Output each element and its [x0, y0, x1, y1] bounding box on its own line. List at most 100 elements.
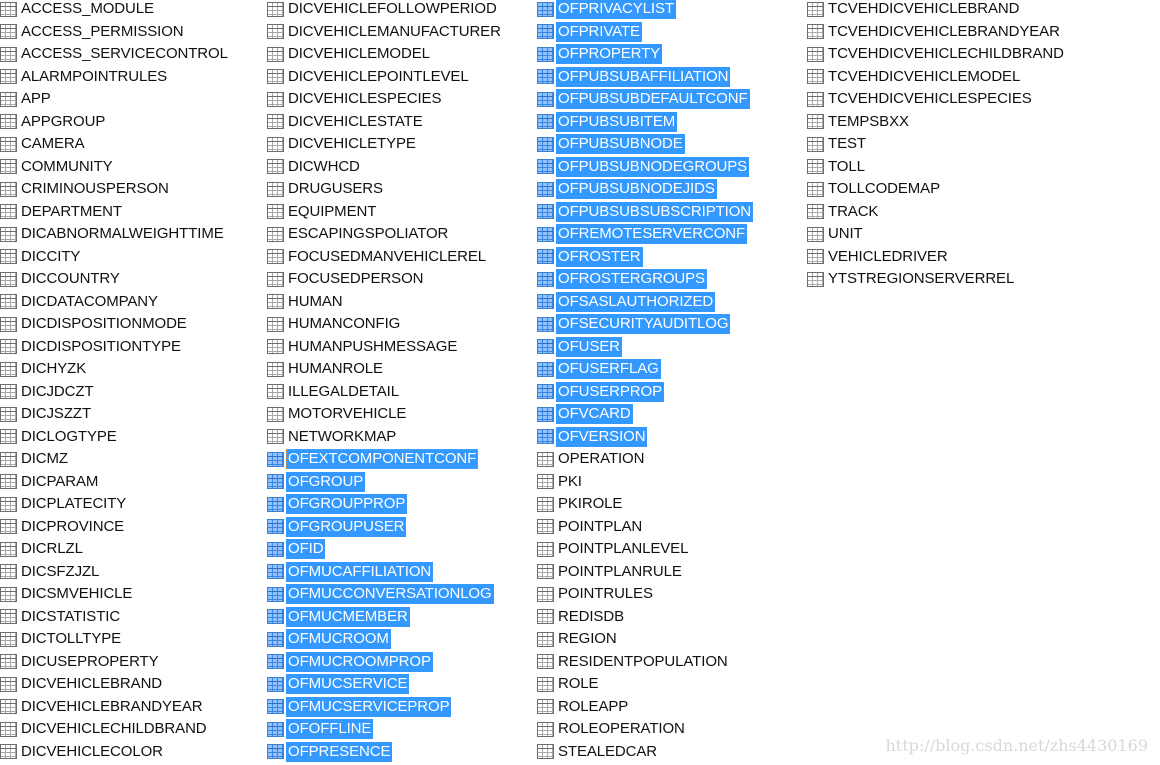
list-item[interactable]: TCVEHDICVEHICLECHILDBRAND — [807, 43, 1066, 66]
list-item[interactable]: YTSTREGIONSERVERREL — [807, 268, 1066, 291]
list-item[interactable]: POINTPLANRULE — [537, 561, 753, 584]
list-item[interactable]: OFPRESENCE — [267, 741, 503, 764]
list-item[interactable]: OFID — [267, 538, 503, 561]
list-item[interactable]: MOTORVEHICLE — [267, 403, 503, 426]
list-item[interactable]: DICVEHICLETYPE — [267, 133, 503, 156]
list-item[interactable]: PKI — [537, 471, 753, 494]
list-item[interactable]: DRUGUSERS — [267, 178, 503, 201]
list-item[interactable]: DICVEHICLECHILDBRAND — [0, 718, 230, 741]
list-item[interactable]: OFMUCSERVICE — [267, 673, 503, 696]
list-item[interactable]: DICPARAM — [0, 471, 230, 494]
list-item[interactable]: DICDISPOSITIONTYPE — [0, 336, 230, 359]
list-item[interactable]: DICRLZL — [0, 538, 230, 561]
list-item[interactable]: ROLEAPP — [537, 696, 753, 719]
list-item[interactable]: DICVEHICLESTATE — [267, 111, 503, 134]
list-item[interactable]: ESCAPINGSPOLIATOR — [267, 223, 503, 246]
list-item[interactable]: ILLEGALDETAIL — [267, 381, 503, 404]
list-item[interactable]: VEHICLEDRIVER — [807, 246, 1066, 269]
list-item[interactable]: DICLOGTYPE — [0, 426, 230, 449]
list-item[interactable]: OFOFFLINE — [267, 718, 503, 741]
list-item[interactable]: DICJDCZT — [0, 381, 230, 404]
list-item[interactable]: TEMPSBXX — [807, 111, 1066, 134]
list-item[interactable]: CAMERA — [0, 133, 230, 156]
list-item[interactable]: DICJSZZT — [0, 403, 230, 426]
list-item[interactable]: OFVERSION — [537, 426, 753, 449]
list-item[interactable]: DICDISPOSITIONMODE — [0, 313, 230, 336]
list-item[interactable]: ALARMPOINTRULES — [0, 66, 230, 89]
list-item[interactable]: DICPLATECITY — [0, 493, 230, 516]
list-item[interactable]: DICWHCD — [267, 156, 503, 179]
list-item[interactable]: TCVEHDICVEHICLESPECIES — [807, 88, 1066, 111]
list-item[interactable]: EQUIPMENT — [267, 201, 503, 224]
list-item[interactable]: OFPUBSUBITEM — [537, 111, 753, 134]
list-item[interactable]: REGION — [537, 628, 753, 651]
list-item[interactable]: DICVEHICLEFOLLOWPERIOD — [267, 0, 503, 21]
list-item[interactable]: DICCOUNTRY — [0, 268, 230, 291]
list-item[interactable]: OPERATION — [537, 448, 753, 471]
list-item[interactable]: HUMANCONFIG — [267, 313, 503, 336]
list-item[interactable]: OFUSER — [537, 336, 753, 359]
list-item[interactable]: TCVEHDICVEHICLEBRANDYEAR — [807, 21, 1066, 44]
list-item[interactable]: POINTRULES — [537, 583, 753, 606]
list-item[interactable]: OFROSTER — [537, 246, 753, 269]
list-item[interactable]: OFGROUPUSER — [267, 516, 503, 539]
list-item[interactable]: OFPUBSUBDEFAULTCONF — [537, 88, 753, 111]
list-item[interactable]: DICVEHICLEMODEL — [267, 43, 503, 66]
list-item[interactable]: HUMAN — [267, 291, 503, 314]
list-item[interactable]: DICVEHICLECOLOR — [0, 741, 230, 764]
list-item[interactable]: DICVEHICLESPECIES — [267, 88, 503, 111]
list-item[interactable]: OFMUCMEMBER — [267, 606, 503, 629]
list-item[interactable]: TCVEHDICVEHICLEBRAND — [807, 0, 1066, 21]
list-item[interactable]: DICDATACOMPANY — [0, 291, 230, 314]
list-item[interactable]: DICVEHICLEBRANDYEAR — [0, 696, 230, 719]
list-item[interactable]: OFPUBSUBNODEJIDS — [537, 178, 753, 201]
list-item[interactable]: DICVEHICLEBRAND — [0, 673, 230, 696]
list-item[interactable]: OFEXTCOMPONENTCONF — [267, 448, 503, 471]
list-item[interactable]: OFSASLAUTHORIZED — [537, 291, 753, 314]
list-item[interactable]: ROLEOPERATION — [537, 718, 753, 741]
list-item[interactable]: POINTPLAN — [537, 516, 753, 539]
list-item[interactable]: DICSMVEHICLE — [0, 583, 230, 606]
list-item[interactable]: CRIMINOUSPERSON — [0, 178, 230, 201]
list-item[interactable]: DICCITY — [0, 246, 230, 269]
list-item[interactable]: OFMUCROOMPROP — [267, 651, 503, 674]
list-item[interactable]: DICABNORMALWEIGHTTIME — [0, 223, 230, 246]
list-item[interactable]: DICVEHICLEMANUFACTURER — [267, 21, 503, 44]
list-item[interactable]: TOLLCODEMAP — [807, 178, 1066, 201]
list-item[interactable]: HUMANPUSHMESSAGE — [267, 336, 503, 359]
list-item[interactable]: ACCESS_MODULE — [0, 0, 230, 21]
list-item[interactable]: DICUSEPROPERTY — [0, 651, 230, 674]
list-item[interactable]: OFSECURITYAUDITLOG — [537, 313, 753, 336]
list-item[interactable]: OFMUCSERVICEPROP — [267, 696, 503, 719]
list-item[interactable]: OFGROUP — [267, 471, 503, 494]
list-item[interactable]: TOLL — [807, 156, 1066, 179]
list-item[interactable]: OFREMOTESERVERCONF — [537, 223, 753, 246]
list-item[interactable]: DICHYZK — [0, 358, 230, 381]
list-item[interactable]: DICSTATISTIC — [0, 606, 230, 629]
list-item[interactable]: APP — [0, 88, 230, 111]
list-item[interactable]: OFMUCCONVERSATIONLOG — [267, 583, 503, 606]
list-item[interactable]: DEPARTMENT — [0, 201, 230, 224]
list-item[interactable]: FOCUSEDMANVEHICLEREL — [267, 246, 503, 269]
list-item[interactable]: REDISDB — [537, 606, 753, 629]
list-item[interactable]: STEALEDCAR — [537, 741, 753, 764]
list-item[interactable]: NETWORKMAP — [267, 426, 503, 449]
list-item[interactable]: COMMUNITY — [0, 156, 230, 179]
list-item[interactable]: OFGROUPPROP — [267, 493, 503, 516]
list-item[interactable]: OFUSERFLAG — [537, 358, 753, 381]
list-item[interactable]: POINTPLANLEVEL — [537, 538, 753, 561]
list-item[interactable]: PKIROLE — [537, 493, 753, 516]
list-item[interactable]: OFPUBSUBNODE — [537, 133, 753, 156]
list-item[interactable]: OFPUBSUBSUBSCRIPTION — [537, 201, 754, 224]
list-item[interactable]: OFROSTERGROUPS — [537, 268, 753, 291]
list-item[interactable]: FOCUSEDPERSON — [267, 268, 503, 291]
list-item[interactable]: TCVEHDICVEHICLEMODEL — [807, 66, 1066, 89]
list-item[interactable]: DICMZ — [0, 448, 230, 471]
list-item[interactable]: DICVEHICLEPOINTLEVEL — [267, 66, 503, 89]
list-item[interactable]: DICTOLLTYPE — [0, 628, 230, 651]
list-item[interactable]: OFMUCROOM — [267, 628, 503, 651]
list-item[interactable]: OFPROPERTY — [537, 43, 753, 66]
list-item[interactable]: OFVCARD — [537, 403, 753, 426]
list-item[interactable]: DICPROVINCE — [0, 516, 230, 539]
list-item[interactable]: DICSFZJZL — [0, 561, 230, 584]
